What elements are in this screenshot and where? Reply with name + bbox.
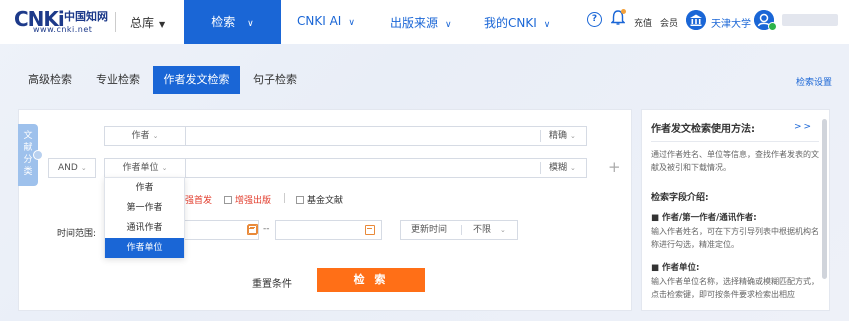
notification-dot <box>621 9 626 14</box>
nav-divider <box>115 12 116 32</box>
chevron-down-icon: ⌄ <box>80 164 87 172</box>
option-enhanced-publish[interactable]: 增强出版 <box>224 193 271 206</box>
verified-check-icon <box>768 22 777 31</box>
tab-author-search[interactable]: 作者发文检索 <box>153 66 240 94</box>
field-select-label: 作者单位 <box>122 163 159 173</box>
help-fields-title: 检索字段介绍: <box>651 193 709 203</box>
nav-cnki-ai-label: CNKI AI <box>297 14 342 28</box>
recharge-link[interactable]: 充值 <box>634 16 652 29</box>
chevron-down-icon: ⌄ <box>570 132 576 140</box>
nav-my-cnki[interactable]: 我的CNKI ∨ <box>484 14 550 31</box>
username-placeholder[interactable] <box>782 14 838 26</box>
add-row-icon[interactable]: + <box>608 158 621 176</box>
option-label: 增强出版 <box>235 196 272 206</box>
dropdown-item-first-author[interactable]: 第一作者 <box>105 198 184 218</box>
option-divider <box>284 193 285 203</box>
time-range-label: 时间范围: <box>57 229 97 239</box>
nav-search-tab[interactable]: 检索 ∨ <box>184 0 281 44</box>
chevron-down-icon: ⌄ <box>570 164 576 172</box>
update-time-value: 不限 <box>473 225 492 235</box>
match-label: 模糊 <box>549 163 568 173</box>
chevron-down-icon: ∨ <box>445 20 452 30</box>
checkbox[interactable] <box>224 196 232 204</box>
dropdown-item-affiliation[interactable]: 作者单位 <box>105 238 184 258</box>
help-intro: 通过作者姓名、单位等信息，查找作者发表的文献及被引和下载情况。 <box>651 150 819 172</box>
chevron-down-icon: ⌄ <box>152 132 159 140</box>
logo-url: www.cnki.net <box>33 25 93 34</box>
chevron-down-icon: ∨ <box>348 18 355 28</box>
logo-chinese: 中国知网 <box>64 10 108 23</box>
option-fund-literature[interactable]: 基金文献 <box>296 193 343 206</box>
search-button[interactable]: 检 索 <box>317 268 425 292</box>
update-time-label: 更新时间 <box>411 225 448 235</box>
calendar-icon[interactable] <box>365 225 375 235</box>
help-icon[interactable]: ? <box>587 12 602 27</box>
field-select-author[interactable]: 作者 ⌄ <box>105 127 186 145</box>
side-tab-char: 类 <box>23 167 33 177</box>
nav-publication-source-label: 出版来源 <box>390 16 439 30</box>
update-time-select[interactable]: 更新时间 不限 ⌄ <box>400 220 518 240</box>
usage-help-panel: 作者发文检索使用方法: >> 通过作者姓名、单位等信息，查找作者发表的文献及被引… <box>641 109 830 311</box>
author-input[interactable] <box>187 128 532 144</box>
field-select-label: 作者 <box>131 131 150 141</box>
expand-arrow-icon[interactable] <box>33 150 43 160</box>
member-link[interactable]: 会员 <box>660 16 678 29</box>
chevron-down-icon: ∨ <box>543 20 551 30</box>
help-field-affiliation-title: ■ 作者单位: <box>651 263 700 273</box>
help-field-affiliation-text: 输入作者单位名称，选择精确或模糊匹配方式，点击检索键，即可按条件要求检索出相应 <box>651 277 819 299</box>
dropdown-item-author[interactable]: 作者 <box>105 178 184 198</box>
affiliation-input[interactable] <box>187 160 532 176</box>
search-settings-link[interactable]: 检索设置 <box>796 75 832 88</box>
chevron-down-icon: ∨ <box>247 19 254 29</box>
help-field-author-title: ■ 作者/第一作者/通讯作者: <box>651 213 757 223</box>
nav-search-label: 检索 <box>211 15 236 29</box>
date-range-separator: -- <box>263 224 270 234</box>
help-scrollbar[interactable] <box>822 119 827 279</box>
match-select-exact[interactable]: 精确 ⌄ <box>540 130 586 142</box>
dropdown-item-corresponding-author[interactable]: 通讯作者 <box>105 218 184 238</box>
divider <box>651 141 819 142</box>
institution-icon <box>686 10 706 30</box>
side-tab-char: 文 <box>23 131 33 141</box>
caret-down-icon: ▼ <box>159 20 166 29</box>
nav-cnki-ai[interactable]: CNKI AI ∨ <box>297 14 355 28</box>
library-dropdown[interactable]: 总库 ▼ <box>130 14 165 31</box>
nav-my-cnki-label: 我的CNKI <box>484 16 537 30</box>
logic-label: AND <box>58 163 78 173</box>
tab-sentence-search[interactable]: 句子检索 <box>243 66 307 94</box>
calendar-icon[interactable] <box>248 224 258 234</box>
cnki-logo[interactable]: CNKi 中国知网 www.cnki.net <box>14 6 110 36</box>
library-label: 总库 <box>130 16 155 30</box>
end-date-field[interactable] <box>275 220 382 240</box>
field-select-affiliation[interactable]: 作者单位 ⌄ <box>105 159 186 177</box>
nav-publication-source[interactable]: 出版来源 ∨ <box>390 14 452 31</box>
help-more-link[interactable]: >> <box>794 122 813 132</box>
search-row-2: 作者单位 ⌄ 模糊 ⌄ <box>104 158 587 178</box>
chevron-down-icon: ⌄ <box>500 226 506 234</box>
tab-advanced-search[interactable]: 高级检索 <box>18 66 82 94</box>
chevron-down-icon: ⌄ <box>161 164 168 172</box>
help-title: 作者发文检索使用方法: <box>651 124 755 135</box>
checkbox[interactable] <box>296 196 304 204</box>
search-row-1: 作者 ⌄ 精确 ⌄ <box>104 126 587 146</box>
divider <box>461 225 462 235</box>
option-label: 基金文献 <box>307 196 344 206</box>
tab-professional-search[interactable]: 专业检索 <box>86 66 150 94</box>
match-select-fuzzy[interactable]: 模糊 ⌄ <box>540 162 586 174</box>
institution-name[interactable]: 天津大学 <box>711 15 751 30</box>
field-dropdown-menu: 作者 第一作者 通讯作者 作者单位 <box>104 177 185 258</box>
logic-select[interactable]: AND ⌄ <box>48 158 96 178</box>
match-label: 精确 <box>549 131 568 141</box>
reset-button[interactable]: 重置条件 <box>252 275 292 290</box>
help-field-author-text: 输入作者姓名，可在下方引导列表中根据机构名称进行勾选，精准定位。 <box>651 227 819 249</box>
